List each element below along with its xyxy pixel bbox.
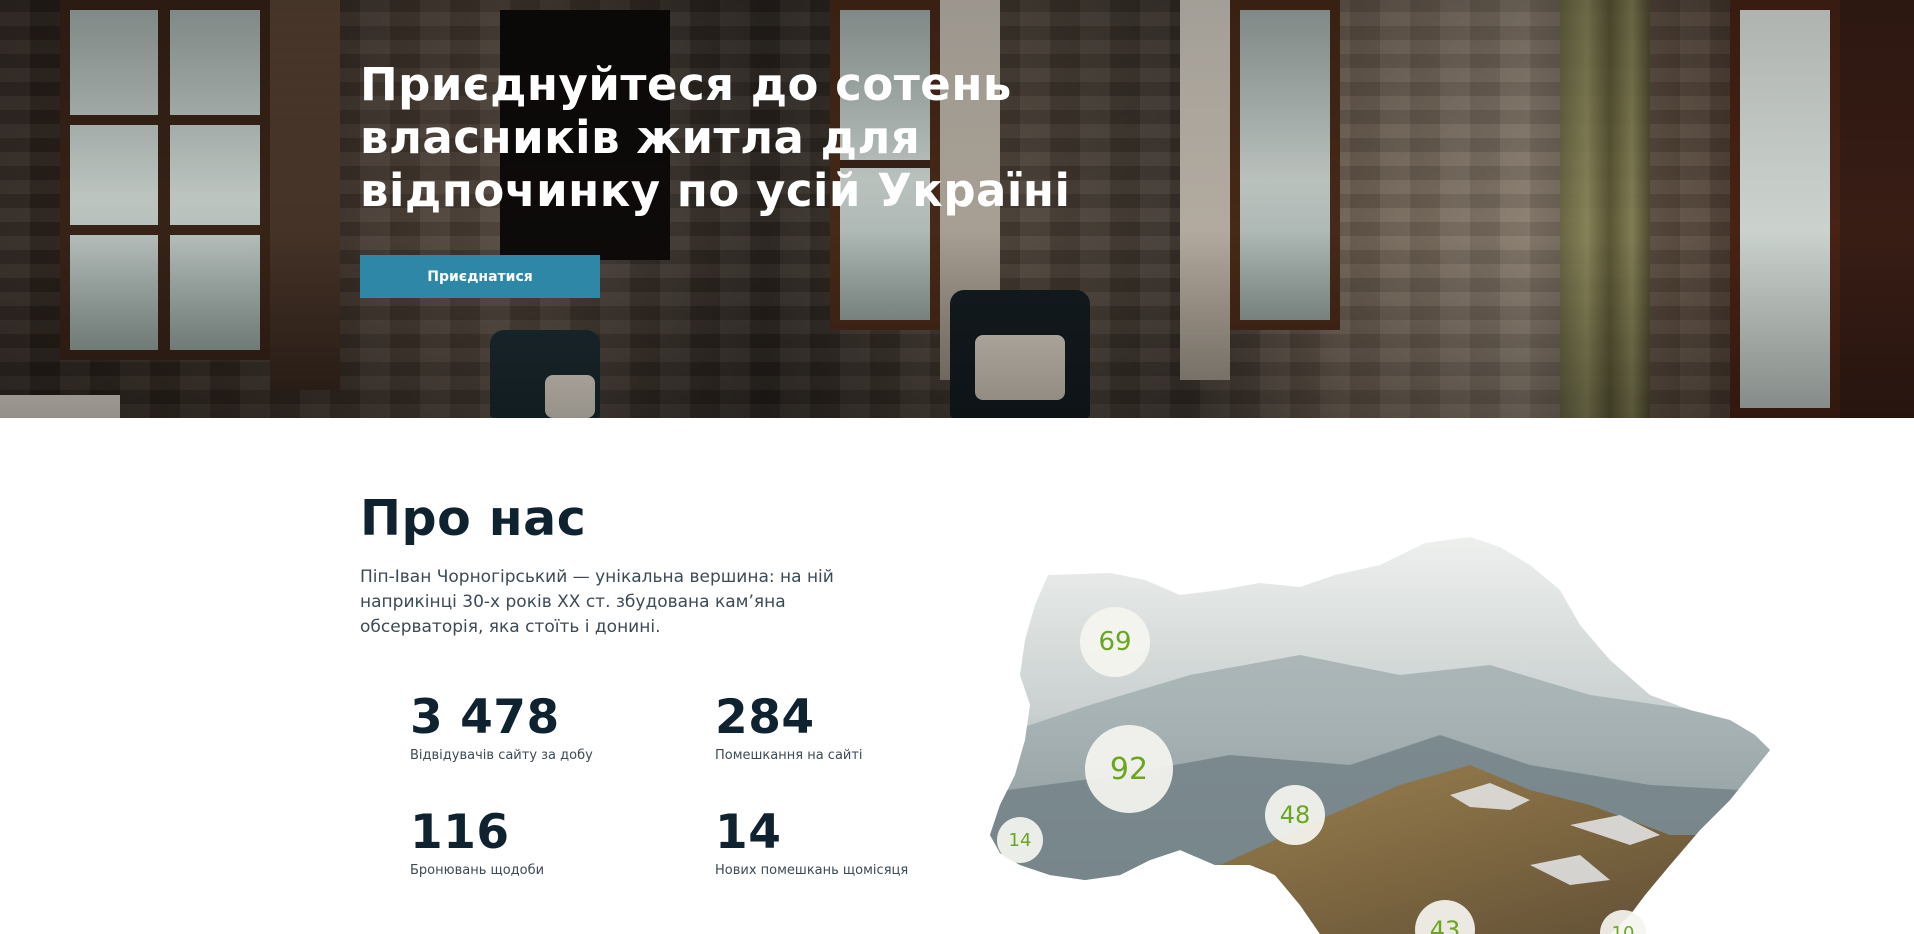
stat-label: Помешкання на сайті bbox=[715, 748, 863, 763]
stat-visitors: 3 478 Відвідувачів сайту за добу bbox=[410, 690, 593, 763]
region-count-bubble[interactable]: 48 bbox=[1265, 785, 1325, 845]
hero-title: Приєднуйтеся до сотень власників житла д… bbox=[360, 58, 1071, 217]
ukraine-map-image bbox=[990, 537, 1770, 934]
stat-value: 116 bbox=[410, 805, 510, 860]
stat-value: 284 bbox=[715, 690, 815, 745]
ukraine-map: 69 92 48 14 43 10 bbox=[970, 535, 1830, 934]
stat-value: 14 bbox=[715, 805, 782, 860]
region-count-bubble[interactable]: 92 bbox=[1085, 725, 1173, 813]
stat-label: Бронювань щодоби bbox=[410, 863, 545, 878]
about-description: Піп-Іван Чорногірський — унікальна верши… bbox=[360, 567, 834, 637]
join-button[interactable]: Приєднатися bbox=[360, 255, 600, 298]
hero-banner: Приєднуйтеся до сотень власників житла д… bbox=[0, 0, 1914, 418]
stat-label: Нових помешкань щомісяця bbox=[715, 863, 909, 878]
stat-new-listings: 14 Нових помешкань щомісяця bbox=[715, 805, 908, 878]
stat-value: 3 478 bbox=[410, 690, 560, 745]
about-title: Про нас bbox=[360, 490, 587, 547]
region-count-bubble[interactable]: 14 bbox=[997, 817, 1043, 863]
region-count-bubble[interactable]: 69 bbox=[1080, 607, 1150, 677]
stat-label: Відвідувачів сайту за добу bbox=[410, 748, 593, 763]
stat-listings: 284 Помешкання на сайті bbox=[715, 690, 863, 763]
stat-bookings: 116 Бронювань щодоби bbox=[410, 805, 544, 878]
